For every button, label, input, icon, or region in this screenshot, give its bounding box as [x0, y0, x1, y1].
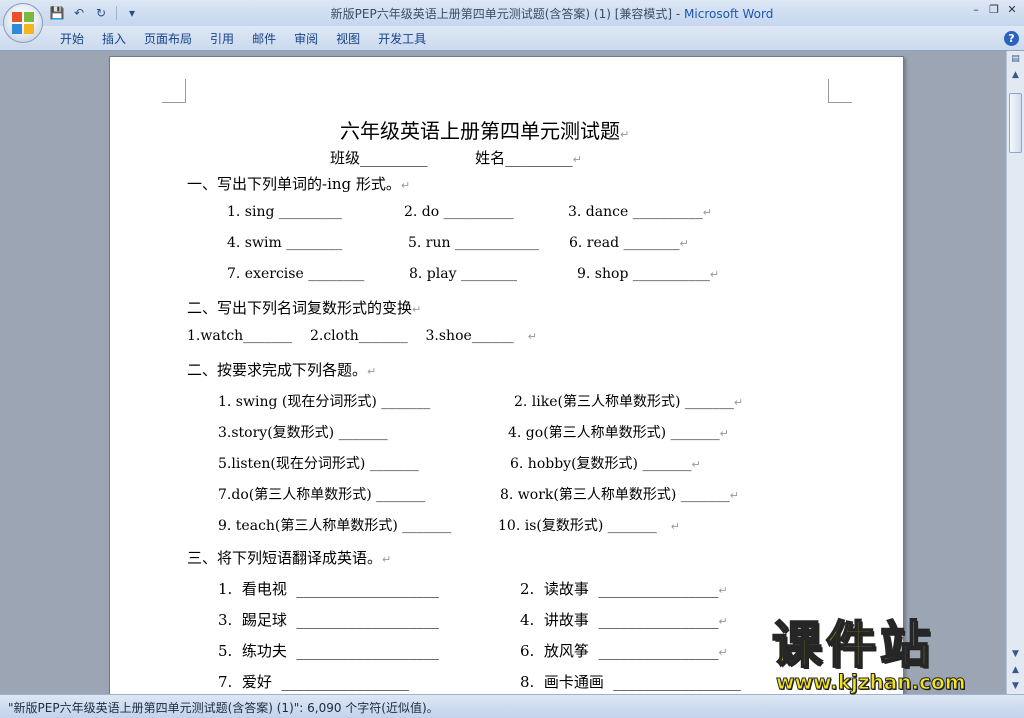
watermark-url: www.kjzhan.com: [776, 670, 967, 694]
tab-review[interactable]: 审阅: [294, 30, 334, 48]
ribbon-tabs: 开始 插入 页面布局 引用 邮件 审阅 视图 开发工具: [60, 30, 444, 48]
class-name-line: 班级_________ 姓名_________↵: [330, 149, 582, 167]
section-3-heading: 二、按要求完成下列各题。↵: [187, 361, 377, 379]
sec1-item: 5. run ____________: [408, 235, 539, 251]
watermark-logo: 课件站 www.kjzhan.com: [771, 616, 1008, 694]
vertical-scrollbar[interactable]: ▤ ▲ ▼ ▲ ▼: [1006, 51, 1024, 694]
sec1-item: 7. exercise ________: [227, 266, 365, 282]
window-title-doc: 新版PEP六年级英语上册第四单元测试题(含答案) (1) [兼容模式] -: [330, 7, 685, 21]
sec3-item: 4. go(第三人称单数形式) _______↵: [508, 425, 729, 441]
sec1-item: 1. sing _________: [227, 204, 342, 220]
watermark-chinese: 课件站: [771, 616, 934, 674]
section-4-heading: 三、将下列短语翻译成英语。↵: [187, 549, 392, 567]
crop-mark-top-left: [162, 79, 186, 103]
window-title: 新版PEP六年级英语上册第四单元测试题(含答案) (1) [兼容模式] - Mi…: [0, 5, 1024, 22]
office-button[interactable]: [3, 3, 43, 43]
sec3-item: 2. like(第三人称单数形式) _______↵: [514, 394, 744, 410]
close-icon[interactable]: ✕: [1004, 2, 1020, 18]
title-bar: 💾 ↶ ↻ ▾ 新版PEP六年级英语上册第四单元测试题(含答案) (1) [兼容…: [0, 0, 1024, 26]
sec1-item: 4. swim ________: [227, 235, 343, 251]
sec3-item: 1. swing (现在分词形式) _______: [218, 394, 431, 410]
window-controls: – ❐ ✕: [968, 2, 1020, 18]
sec4-item: 2. 读故事 ________________↵: [520, 580, 728, 598]
ruler-toggle-icon[interactable]: ▤: [1007, 51, 1024, 67]
document-page[interactable]: 六年级英语上册第四单元测试题↵ 班级_________ 姓名_________↵…: [109, 56, 904, 694]
next-page-icon[interactable]: ▼: [1007, 678, 1024, 694]
section-2-heading: 二、写出下列名词复数形式的变换↵: [187, 299, 422, 317]
sec1-item: 8. play ________: [409, 266, 517, 282]
sec3-item: 3.story(复数形式) _______: [218, 425, 388, 441]
sec3-item: 9. teach(第三人称单数形式) _______: [218, 518, 452, 534]
tab-references[interactable]: 引用: [210, 30, 250, 48]
help-icon[interactable]: ?: [1004, 31, 1019, 46]
tab-developer[interactable]: 开发工具: [378, 30, 442, 48]
sec3-item: 5.listen(现在分词形式) _______: [218, 456, 419, 472]
sec1-item: 2. do __________: [404, 204, 514, 220]
sec4-item: 5. 练功夫 ___________________: [218, 642, 439, 660]
status-bar: "新版PEP六年级英语上册第四单元测试题(含答案) (1)": 6,090 个字…: [0, 694, 1024, 718]
sec4-item: 6. 放风筝 ________________↵: [520, 642, 728, 660]
document-workspace: 六年级英语上册第四单元测试题↵ 班级_________ 姓名_________↵…: [0, 51, 1006, 694]
office-logo-icon: [12, 12, 34, 34]
sec2-line: 1.watch_______ 2.cloth_______ 3.shoe____…: [187, 328, 538, 344]
ribbon: 开始 插入 页面布局 引用 邮件 审阅 视图 开发工具 ?: [0, 26, 1024, 51]
restore-icon[interactable]: ❐: [986, 2, 1002, 18]
sec3-item: 10. is(复数形式) _______ ↵: [498, 518, 680, 534]
section-1-heading: 一、写出下列单词的-ing 形式。↵: [187, 175, 411, 193]
minimize-icon[interactable]: –: [968, 2, 984, 18]
sec4-item: 7. 爱好 _________________: [218, 673, 409, 691]
tab-home[interactable]: 开始: [60, 30, 100, 48]
sec3-item: 8. work(第三人称单数形式) _______↵: [500, 487, 739, 503]
sec4-item: 4. 讲故事 ________________↵: [520, 611, 728, 629]
sec4-item: 3. 踢足球 ___________________: [218, 611, 439, 629]
document-title: 六年级英语上册第四单元测试题↵: [340, 119, 630, 143]
tab-insert[interactable]: 插入: [102, 30, 142, 48]
window-title-app: Microsoft Word: [684, 7, 774, 21]
sec3-item: 6. hobby(复数形式) _______↵: [510, 456, 701, 472]
scroll-thumb[interactable]: [1009, 93, 1022, 153]
tab-mailings[interactable]: 邮件: [252, 30, 292, 48]
sec1-item: 3. dance __________↵: [568, 204, 712, 220]
sec4-item: 1. 看电视 ___________________: [218, 580, 439, 598]
crop-mark-top-right: [828, 79, 852, 103]
scroll-up-icon[interactable]: ▲: [1007, 67, 1024, 83]
scroll-down-icon[interactable]: ▼: [1007, 646, 1024, 662]
sec1-item: 6. read ________↵: [569, 235, 689, 251]
tab-view[interactable]: 视图: [336, 30, 376, 48]
status-text: "新版PEP六年级英语上册第四单元测试题(含答案) (1)": 6,090 个字…: [8, 701, 439, 715]
previous-page-icon[interactable]: ▲: [1007, 662, 1024, 678]
tab-page-layout[interactable]: 页面布局: [144, 30, 208, 48]
sec3-item: 7.do(第三人称单数形式) _______: [218, 487, 426, 503]
sec1-item: 9. shop ___________↵: [577, 266, 720, 282]
sec4-item: 8. 画卡通画 _________________: [520, 673, 741, 691]
